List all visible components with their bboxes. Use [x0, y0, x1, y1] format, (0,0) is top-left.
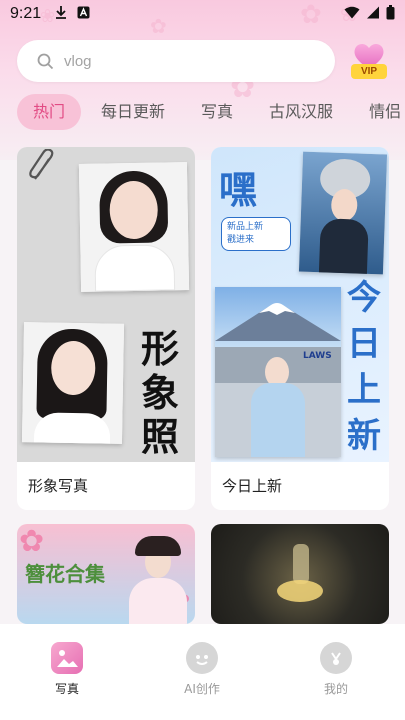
portrait-photo: LAWS — [215, 287, 341, 457]
search-bar[interactable] — [17, 40, 335, 82]
card-image: ✿ ✿ 簪花合集 — [17, 524, 195, 624]
status-bar: 9:21 — [0, 0, 405, 28]
signal-icon — [366, 5, 380, 23]
paperclip-icon — [25, 148, 59, 189]
card-title: 今日上新 — [222, 477, 283, 495]
nav-label: AI创作 — [184, 682, 220, 696]
status-time: 9:21 — [10, 5, 42, 22]
image-icon — [51, 642, 83, 674]
portrait-photo — [78, 162, 190, 292]
card-title: 形象写真 — [28, 477, 89, 495]
card-image — [211, 524, 389, 624]
tab-hanfu[interactable]: 古风汉服 — [253, 94, 349, 130]
nav-item-portrait[interactable]: 写真 — [27, 642, 107, 697]
download-icon — [55, 5, 67, 23]
app-notification-icon — [77, 6, 90, 23]
card-art-text: 今 日 上 新 — [347, 278, 381, 456]
tab-hot[interactable]: 热门 — [17, 94, 82, 130]
profile-icon — [320, 642, 352, 674]
card-image: 嘿 新品上新 戳进来 LAWS 今 日 上 新 — [211, 147, 389, 462]
nav-item-ai-create[interactable]: AI创作 — [162, 642, 242, 697]
search-input[interactable] — [64, 52, 284, 70]
tab-couple[interactable]: 情侣 — [353, 94, 405, 130]
speech-bubble: 新品上新 戳进来 — [221, 217, 291, 251]
card-art-text: 形 象 照 — [141, 326, 180, 459]
tab-portrait[interactable]: 写真 — [185, 94, 249, 130]
card-art-text: 簪花合集 — [25, 562, 105, 586]
portrait-photo — [298, 151, 388, 275]
nav-label: 我的 — [323, 682, 348, 696]
tab-daily-update[interactable]: 每日更新 — [85, 94, 181, 130]
battery-icon — [386, 4, 395, 24]
template-card[interactable]: 嘿 新品上新 戳进来 LAWS 今 日 上 新 今日上新 — [211, 147, 389, 510]
card-art-text: 嘿 — [219, 167, 258, 212]
portrait-photo — [21, 322, 125, 444]
ai-face-icon — [186, 642, 218, 674]
vip-badge[interactable]: VIP — [348, 42, 390, 82]
nav-label: 写真 — [54, 682, 79, 696]
card-image: 形 象 照 — [17, 147, 195, 462]
template-card[interactable] — [211, 524, 389, 624]
store-sign: LAWS — [303, 351, 332, 361]
template-card[interactable]: 形 象 照 形象写真 — [17, 147, 195, 510]
wifi-icon — [344, 5, 360, 23]
bottom-navigation: 写真 AI创作 我的 — [0, 624, 405, 720]
nav-item-mine[interactable]: 我的 — [296, 642, 376, 697]
vip-label: VIP — [351, 64, 387, 79]
category-tabs: 热门 每日更新 写真 古风汉服 情侣 — [17, 94, 405, 130]
template-card[interactable]: ✿ ✿ 簪花合集 — [17, 524, 195, 624]
search-icon — [37, 53, 54, 69]
